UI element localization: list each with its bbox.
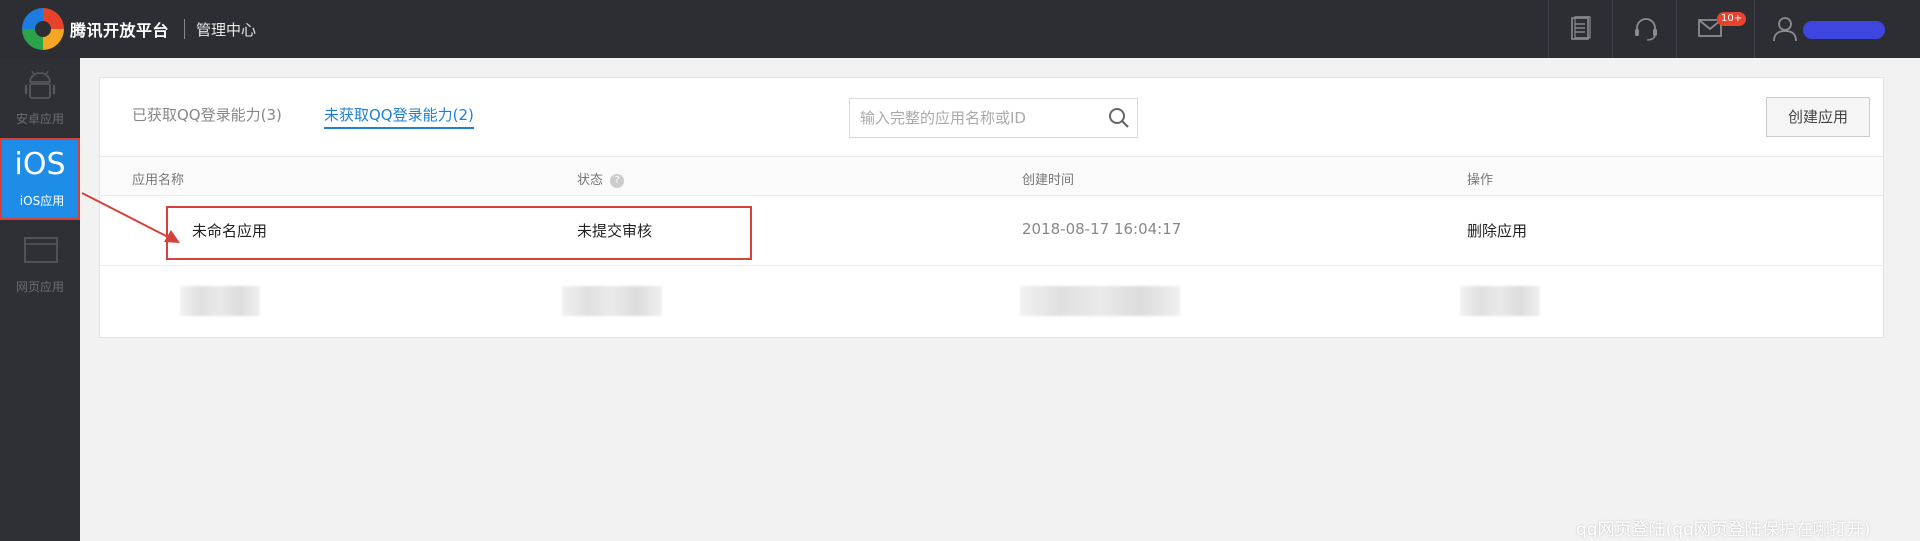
sidebar-item-ios[interactable]: iOS iOS应用	[0, 138, 80, 220]
status-cell: 未提交审核	[577, 222, 653, 240]
table-row: 未命名应用 未提交审核 2018-08-17 16:04:17 删除应用	[100, 196, 1883, 266]
sidebar-item-label: 安卓应用	[15, 112, 64, 126]
management-center-title: 管理中心	[196, 21, 257, 39]
tab-no-qq-login[interactable]: 未获取QQ登录能力(2)	[324, 104, 474, 129]
tab-has-qq-login[interactable]: 已获取QQ登录能力(3)	[132, 104, 282, 125]
top-bar: 腾讯开放平台 管理中心 10+	[0, 0, 1920, 58]
sidebar-item-web[interactable]: 网页应用	[0, 226, 80, 300]
docs-button[interactable]	[1548, 0, 1612, 58]
android-icon	[24, 70, 56, 99]
created-time-cell: 2018-08-17 16:04:17	[1022, 220, 1182, 238]
user-menu[interactable]	[1754, 0, 1904, 58]
column-header-status: 状态 ?	[577, 169, 625, 188]
headset-icon	[1635, 18, 1657, 41]
table-header: 应用名称 状态 ? 创建时间 操作	[100, 156, 1883, 196]
sidebar-item-label: iOS应用	[19, 194, 65, 208]
tencent-logo-icon[interactable]	[22, 8, 64, 50]
sidebar: 安卓应用 iOS iOS应用 网页应用	[0, 58, 80, 541]
document-icon	[1571, 16, 1591, 40]
unread-badge: 10+	[1717, 12, 1747, 26]
app-name-cell[interactable]: 未命名应用	[192, 220, 267, 241]
redacted-name	[180, 286, 260, 316]
create-app-button[interactable]: 创建应用	[1766, 97, 1870, 137]
search-icon[interactable]	[1108, 107, 1130, 129]
messages-button[interactable]: 10+	[1676, 0, 1747, 58]
sidebar-item-android[interactable]: 安卓应用	[0, 58, 80, 132]
table-row-redacted	[100, 266, 1883, 336]
sidebar-item-label: 网页应用	[15, 280, 64, 294]
redacted-action	[1460, 286, 1540, 316]
ios-icon: iOS	[14, 147, 66, 182]
support-button[interactable]	[1612, 0, 1676, 58]
brand-title[interactable]: 腾讯开放平台	[70, 17, 169, 41]
column-header-action: 操作	[1467, 173, 1494, 188]
title-divider	[184, 19, 185, 39]
redacted-created	[1020, 286, 1180, 316]
column-header-status-label: 状态	[577, 173, 604, 188]
redacted-status	[562, 286, 662, 316]
search-box	[849, 98, 1138, 138]
app-list-panel: 已获取QQ登录能力(3) 未获取QQ登录能力(2) 创建应用 应用名称 状态 ?…	[99, 77, 1884, 338]
column-header-name: 应用名称	[132, 173, 185, 188]
user-avatar-icon	[1773, 17, 1797, 42]
delete-app-link[interactable]: 删除应用	[1467, 220, 1527, 241]
browser-window-icon	[24, 237, 58, 263]
redacted-username	[1803, 21, 1885, 39]
help-icon[interactable]: ?	[610, 174, 625, 188]
search-input[interactable]	[860, 108, 1090, 128]
column-header-created: 创建时间	[1022, 173, 1075, 188]
watermark-text: qq网页登陆(qq网页登陆保护在哪打开)	[1576, 520, 1871, 540]
